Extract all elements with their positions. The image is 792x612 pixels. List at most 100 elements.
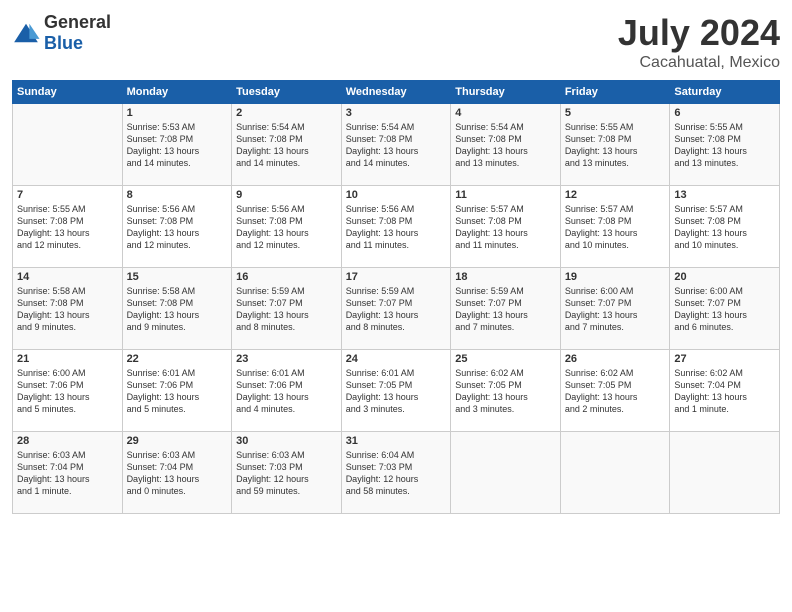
day-info: Sunrise: 6:02 AMSunset: 7:05 PMDaylight:… — [455, 367, 556, 416]
calendar-cell: 10Sunrise: 5:56 AMSunset: 7:08 PMDayligh… — [341, 186, 451, 268]
calendar-week-1: 1 Sunrise: 5:53 AMSunset: 7:08 PMDaylight… — [13, 104, 780, 186]
calendar-cell: 26 Sunrise: 6:02 AMSunset: 7:05 PMDayligh… — [560, 350, 670, 432]
day-number: 28 — [17, 435, 118, 447]
calendar-cell: 27 Sunrise: 6:02 AMSunset: 7:04 PMDayligh… — [670, 350, 780, 432]
calendar-cell: 21 Sunrise: 6:00 AMSunset: 7:06 PMDayligh… — [13, 350, 123, 432]
day-info: Sunrise: 6:03 AMSunset: 7:03 PMDaylight:… — [236, 449, 337, 498]
calendar-cell: 20Sunrise: 6:00 AMSunset: 7:07 PMDayligh… — [670, 268, 780, 350]
day-number: 9 — [236, 189, 337, 201]
day-number: 31 — [346, 435, 447, 447]
day-info: Sunrise: 5:59 AMSunset: 7:07 PMDaylight:… — [455, 285, 556, 334]
day-number: 30 — [236, 435, 337, 447]
calendar-cell: 4 Sunrise: 5:54 AMSunset: 7:08 PMDaylight… — [451, 104, 561, 186]
calendar-cell — [560, 432, 670, 514]
calendar-cell: 13 Sunrise: 5:57 AMSunset: 7:08 PMDayligh… — [670, 186, 780, 268]
day-info: Sunrise: 5:55 AMSunset: 7:08 PMDaylight:… — [674, 121, 775, 170]
day-header-wednesday: Wednesday — [341, 81, 451, 104]
day-number: 15 — [127, 271, 228, 283]
calendar-week-3: 14 Sunrise: 5:58 AMSunset: 7:08 PMDayligh… — [13, 268, 780, 350]
day-number: 12 — [565, 189, 666, 201]
day-number: 1 — [127, 107, 228, 119]
header: General Blue July 2024 Cacahuatal, Mexic… — [12, 12, 780, 72]
day-number: 23 — [236, 353, 337, 365]
location-title: Cacahuatal, Mexico — [618, 54, 780, 72]
logo-text: General Blue — [44, 12, 111, 54]
day-info: Sunrise: 5:53 AMSunset: 7:08 PMDaylight:… — [127, 121, 228, 170]
day-info: Sunrise: 5:59 AMSunset: 7:07 PMDaylight:… — [346, 285, 447, 334]
calendar-cell: 25 Sunrise: 6:02 AMSunset: 7:05 PMDayligh… — [451, 350, 561, 432]
day-number: 16 — [236, 271, 337, 283]
day-number: 29 — [127, 435, 228, 447]
calendar-body: 1 Sunrise: 5:53 AMSunset: 7:08 PMDaylight… — [13, 104, 780, 514]
day-number: 6 — [674, 107, 775, 119]
day-number: 17 — [346, 271, 447, 283]
calendar-cell: 1 Sunrise: 5:53 AMSunset: 7:08 PMDaylight… — [122, 104, 232, 186]
day-info: Sunrise: 5:59 AMSunset: 7:07 PMDaylight:… — [236, 285, 337, 334]
day-info: Sunrise: 5:58 AMSunset: 7:08 PMDaylight:… — [17, 285, 118, 334]
day-info: Sunrise: 5:57 AMSunset: 7:08 PMDaylight:… — [455, 203, 556, 252]
calendar-cell: 2Sunrise: 5:54 AMSunset: 7:08 PMDaylight… — [232, 104, 342, 186]
day-info: Sunrise: 5:58 AMSunset: 7:08 PMDaylight:… — [127, 285, 228, 334]
calendar-cell: 29 Sunrise: 6:03 AMSunset: 7:04 PMDayligh… — [122, 432, 232, 514]
day-number: 20 — [674, 271, 775, 283]
calendar-week-2: 7 Sunrise: 5:55 AMSunset: 7:08 PMDaylight… — [13, 186, 780, 268]
day-info: Sunrise: 6:00 AMSunset: 7:06 PMDaylight:… — [17, 367, 118, 416]
calendar-cell — [670, 432, 780, 514]
day-info: Sunrise: 5:57 AMSunset: 7:08 PMDaylight:… — [674, 203, 775, 252]
day-header-thursday: Thursday — [451, 81, 561, 104]
day-number: 8 — [127, 189, 228, 201]
logo-icon — [12, 22, 40, 44]
day-number: 13 — [674, 189, 775, 201]
calendar-cell: 12 Sunrise: 5:57 AMSunset: 7:08 PMDayligh… — [560, 186, 670, 268]
day-info: Sunrise: 6:04 AMSunset: 7:03 PMDaylight:… — [346, 449, 447, 498]
day-info: Sunrise: 5:56 AMSunset: 7:08 PMDaylight:… — [236, 203, 337, 252]
day-number: 3 — [346, 107, 447, 119]
day-number: 4 — [455, 107, 556, 119]
day-info: Sunrise: 6:02 AMSunset: 7:05 PMDaylight:… — [565, 367, 666, 416]
day-info: Sunrise: 5:54 AMSunset: 7:08 PMDaylight:… — [455, 121, 556, 170]
day-info: Sunrise: 6:01 AMSunset: 7:05 PMDaylight:… — [346, 367, 447, 416]
day-header-monday: Monday — [122, 81, 232, 104]
calendar-cell: 11 Sunrise: 5:57 AMSunset: 7:08 PMDayligh… — [451, 186, 561, 268]
day-info: Sunrise: 5:57 AMSunset: 7:08 PMDaylight:… — [565, 203, 666, 252]
day-number: 19 — [565, 271, 666, 283]
calendar-cell: 5 Sunrise: 5:55 AMSunset: 7:08 PMDaylight… — [560, 104, 670, 186]
day-number: 14 — [17, 271, 118, 283]
calendar-cell: 28Sunrise: 6:03 AMSunset: 7:04 PMDayligh… — [13, 432, 123, 514]
month-title: July 2024 — [618, 12, 780, 54]
logo-blue: Blue — [44, 33, 83, 53]
day-info: Sunrise: 6:01 AMSunset: 7:06 PMDaylight:… — [236, 367, 337, 416]
day-info: Sunrise: 6:01 AMSunset: 7:06 PMDaylight:… — [127, 367, 228, 416]
calendar-week-5: 28 Sunrise: 6:03 AMSunset: 7:04 PMDayligh… — [13, 432, 780, 514]
title-area: July 2024 Cacahuatal, Mexico — [618, 12, 780, 72]
calendar-cell: 23 Sunrise: 6:01 AMSunset: 7:06 PMDayligh… — [232, 350, 342, 432]
day-number: 25 — [455, 353, 556, 365]
day-number: 27 — [674, 353, 775, 365]
day-number: 7 — [17, 189, 118, 201]
day-info: Sunrise: 5:55 AMSunset: 7:08 PMDaylight:… — [17, 203, 118, 252]
day-info: Sunrise: 5:54 AMSunset: 7:08 PMDaylight:… — [346, 121, 447, 170]
calendar-cell: 30 Sunrise: 6:03 AMSunset: 7:03 PMDayligh… — [232, 432, 342, 514]
calendar-cell: 14 Sunrise: 5:58 AMSunset: 7:08 PMDayligh… — [13, 268, 123, 350]
calendar-cell: 19 Sunrise: 6:00 AMSunset: 7:07 PMDayligh… — [560, 268, 670, 350]
day-info: Sunrise: 6:03 AMSunset: 7:04 PMDaylight:… — [127, 449, 228, 498]
calendar-table: SundayMondayTuesdayWednesdayThursdayFrid… — [12, 80, 780, 514]
logo-general: General — [44, 12, 111, 32]
day-info: Sunrise: 6:00 AMSunset: 7:07 PMDaylight:… — [565, 285, 666, 334]
day-info: Sunrise: 5:55 AMSunset: 7:08 PMDaylight:… — [565, 121, 666, 170]
day-info: Sunrise: 6:02 AMSunset: 7:04 PMDaylight:… — [674, 367, 775, 416]
calendar-header-row: SundayMondayTuesdayWednesdayThursdayFrid… — [13, 81, 780, 104]
day-number: 18 — [455, 271, 556, 283]
day-number: 5 — [565, 107, 666, 119]
day-header-friday: Friday — [560, 81, 670, 104]
calendar-cell: 18 Sunrise: 5:59 AMSunset: 7:07 PMDayligh… — [451, 268, 561, 350]
day-info: Sunrise: 5:56 AMSunset: 7:08 PMDaylight:… — [127, 203, 228, 252]
calendar-cell — [451, 432, 561, 514]
day-number: 26 — [565, 353, 666, 365]
calendar-cell: 24Sunrise: 6:01 AMSunset: 7:05 PMDayligh… — [341, 350, 451, 432]
day-header-tuesday: Tuesday — [232, 81, 342, 104]
day-number: 21 — [17, 353, 118, 365]
calendar-cell: 6 Sunrise: 5:55 AMSunset: 7:08 PMDaylight… — [670, 104, 780, 186]
calendar-cell: 3 Sunrise: 5:54 AMSunset: 7:08 PMDaylight… — [341, 104, 451, 186]
day-number: 11 — [455, 189, 556, 201]
